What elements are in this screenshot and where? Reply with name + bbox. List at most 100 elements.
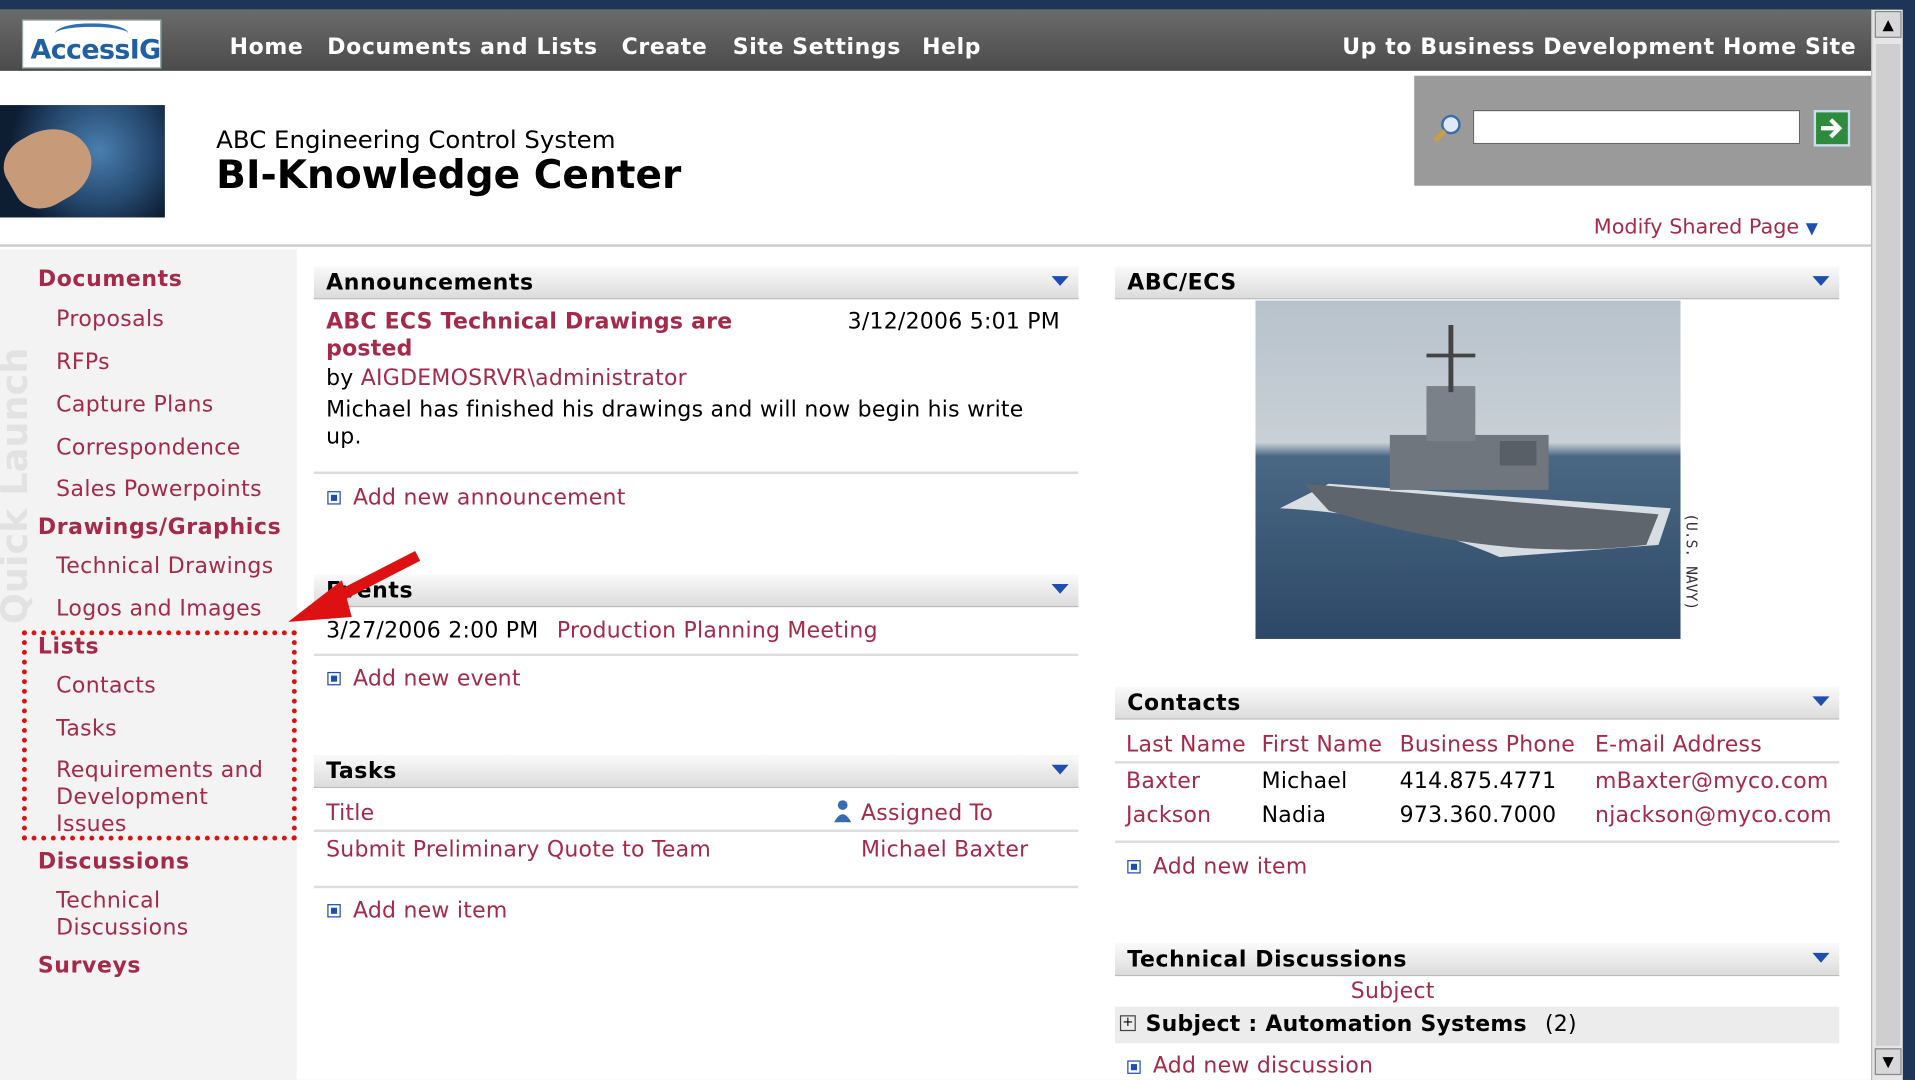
webpart-menu-icon[interactable] bbox=[1051, 276, 1069, 286]
webpart-menu-icon[interactable] bbox=[1812, 276, 1830, 286]
task-row-assigned[interactable]: Michael Baxter bbox=[861, 837, 1028, 863]
expand-plus-icon[interactable]: + bbox=[1119, 1015, 1136, 1032]
add-new-announcement-link[interactable]: Add new announcement bbox=[353, 485, 626, 511]
nav-heading-surveys[interactable]: Surveys bbox=[38, 953, 141, 979]
webpart-menu-icon[interactable] bbox=[1051, 583, 1069, 594]
announcements-title: Announcements bbox=[326, 269, 534, 296]
person-icon bbox=[834, 800, 852, 823]
nav-help[interactable]: Help bbox=[922, 34, 981, 60]
header-divider bbox=[0, 244, 1872, 247]
tasks-col-assigned[interactable]: Assigned To bbox=[861, 800, 993, 826]
nav-create[interactable]: Create bbox=[622, 34, 708, 60]
modify-label: Modify Shared Page bbox=[1593, 215, 1800, 240]
contacts-col-last-name[interactable]: Last Name bbox=[1126, 732, 1246, 758]
nav-heading-discussions[interactable]: Discussions bbox=[38, 849, 190, 875]
quick-launch-watermark-text: Quick Launch bbox=[0, 348, 36, 625]
window-top-strip bbox=[0, 0, 1915, 10]
site-logo-image bbox=[0, 105, 165, 220]
contacts-col-email[interactable]: E-mail Address bbox=[1595, 732, 1762, 758]
contacts-col-first-name[interactable]: First Name bbox=[1262, 732, 1383, 758]
contacts-separator bbox=[1115, 840, 1840, 843]
add-new-discussion-link[interactable]: Add new discussion bbox=[1153, 1053, 1373, 1079]
announcement-body: Michael has finished his drawings and wi… bbox=[326, 397, 1024, 450]
events-separator bbox=[313, 653, 1079, 657]
nav-link-correspondence[interactable]: Correspondence bbox=[56, 435, 240, 462]
site-title: BI-Knowledge Center bbox=[216, 151, 682, 198]
contacts-col-business-phone[interactable]: Business Phone bbox=[1400, 732, 1575, 758]
nav-link-capture-plans[interactable]: Capture Plans bbox=[56, 392, 213, 419]
nav-home[interactable]: Home bbox=[230, 34, 304, 60]
nav-link-proposals[interactable]: Proposals bbox=[56, 307, 164, 334]
highlight-box-lists bbox=[21, 630, 297, 841]
nav-heading-drawings-graphics[interactable]: Drawings/Graphics bbox=[38, 514, 281, 540]
announcement-by: by AIGDEMOSRVR\administrator bbox=[326, 365, 687, 391]
contact-last-name-link[interactable]: Baxter bbox=[1126, 768, 1200, 794]
task-row-title-link[interactable]: Submit Preliminary Quote to Team bbox=[326, 837, 711, 863]
abcecs-title: ABC/ECS bbox=[1127, 269, 1237, 296]
event-title-link[interactable]: Production Planning Meeting bbox=[557, 618, 878, 644]
contact-first-name: Michael bbox=[1261, 768, 1348, 795]
nav-link-logos-and-images[interactable]: Logos and Images bbox=[56, 596, 262, 623]
contact-phone: 973.360.7000 bbox=[1399, 802, 1557, 829]
contact-phone: 414.875.4771 bbox=[1399, 768, 1557, 795]
modify-shared-page-menu[interactable]: Modify Shared Page ▼ bbox=[1594, 215, 1818, 239]
discussion-group-row[interactable]: + Subject : Automation Systems (2) bbox=[1115, 1006, 1840, 1044]
nav-link-rfps[interactable]: RFPs bbox=[56, 349, 110, 376]
image-caption: (U.S. NAVY) bbox=[1682, 513, 1701, 611]
discussion-group-count: (2) bbox=[1544, 1011, 1577, 1038]
navy-ship-image bbox=[1255, 300, 1681, 639]
hand-graphic bbox=[0, 113, 105, 220]
announcements-header: Announcements bbox=[313, 266, 1079, 300]
webpart-menu-icon[interactable] bbox=[1812, 696, 1830, 707]
add-new-task-link[interactable]: Add new item bbox=[353, 898, 508, 924]
nav-link-sales-powerpoints[interactable]: Sales Powerpoints bbox=[56, 476, 262, 503]
nav-heading-documents[interactable]: Documents bbox=[38, 266, 183, 292]
scroll-up-button[interactable]: ▲ bbox=[1874, 10, 1902, 38]
ship-illustration bbox=[1279, 324, 1671, 558]
add-bullet-icon bbox=[1127, 1060, 1141, 1074]
announcement-author-link[interactable]: AIGDEMOSRVR\administrator bbox=[361, 365, 687, 391]
chevron-down-icon: ▼ bbox=[1805, 219, 1818, 239]
abcecs-header: ABC/ECS bbox=[1115, 266, 1840, 300]
contact-first-name: Nadia bbox=[1261, 802, 1327, 829]
announcement-date: 3/12/2006 5:01 PM bbox=[847, 309, 1061, 335]
accessig-logo[interactable]: AccessIG bbox=[21, 19, 162, 69]
tasks-header: Tasks bbox=[313, 755, 1079, 788]
tasks-title: Tasks bbox=[326, 758, 397, 785]
add-bullet-icon bbox=[327, 671, 341, 686]
nav-link-technical-discussions[interactable]: Technical Discussions bbox=[56, 888, 227, 942]
arrow-up-icon: ▲ bbox=[1882, 15, 1894, 33]
contacts-col-separator bbox=[1115, 761, 1840, 764]
add-new-contact-link[interactable]: Add new item bbox=[1153, 854, 1308, 880]
contact-email-link[interactable]: mBaxter@myco.com bbox=[1595, 768, 1829, 794]
webpart-menu-icon[interactable] bbox=[1812, 952, 1830, 963]
nav-documents-and-lists[interactable]: Documents and Lists bbox=[327, 34, 597, 60]
announcement-separator bbox=[313, 471, 1079, 475]
add-bullet-icon bbox=[1127, 860, 1141, 874]
search-go-button[interactable] bbox=[1813, 109, 1851, 147]
technical-discussions-header: Technical Discussions bbox=[1115, 943, 1840, 977]
site-subtitle: ABC Engineering Control System bbox=[216, 124, 616, 154]
add-new-event-link[interactable]: Add new event bbox=[353, 666, 521, 692]
scrollbar-thumb[interactable] bbox=[1875, 43, 1901, 1046]
tasks-separator bbox=[313, 885, 1079, 889]
discussions-col-subject[interactable]: Subject bbox=[1351, 979, 1435, 1005]
search-input[interactable] bbox=[1472, 109, 1801, 145]
add-bullet-icon bbox=[327, 904, 341, 918]
add-bullet-icon bbox=[327, 491, 341, 505]
contact-email-link[interactable]: njackson@myco.com bbox=[1595, 803, 1832, 829]
events-header: Events bbox=[313, 574, 1079, 608]
tasks-col-separator bbox=[313, 829, 1079, 832]
top-navigation-bar: AccessIG Home Documents and Lists Create… bbox=[0, 9, 1872, 71]
nav-site-settings[interactable]: Site Settings bbox=[733, 34, 901, 60]
webpart-menu-icon[interactable] bbox=[1051, 764, 1069, 775]
arrow-right-icon bbox=[1820, 118, 1843, 139]
nav-up-to-parent-site[interactable]: Up to Business Development Home Site bbox=[1342, 34, 1856, 60]
red-arrow-annotation bbox=[288, 550, 421, 622]
tasks-col-title[interactable]: Title bbox=[326, 800, 374, 826]
technical-discussions-title: Technical Discussions bbox=[1127, 946, 1408, 973]
scroll-down-button[interactable]: ▼ bbox=[1874, 1048, 1902, 1076]
announcement-title-link[interactable]: ABC ECS Technical Drawings are posted bbox=[326, 309, 790, 363]
contact-last-name-link[interactable]: Jackson bbox=[1126, 803, 1211, 829]
nav-link-technical-drawings[interactable]: Technical Drawings bbox=[56, 553, 273, 580]
